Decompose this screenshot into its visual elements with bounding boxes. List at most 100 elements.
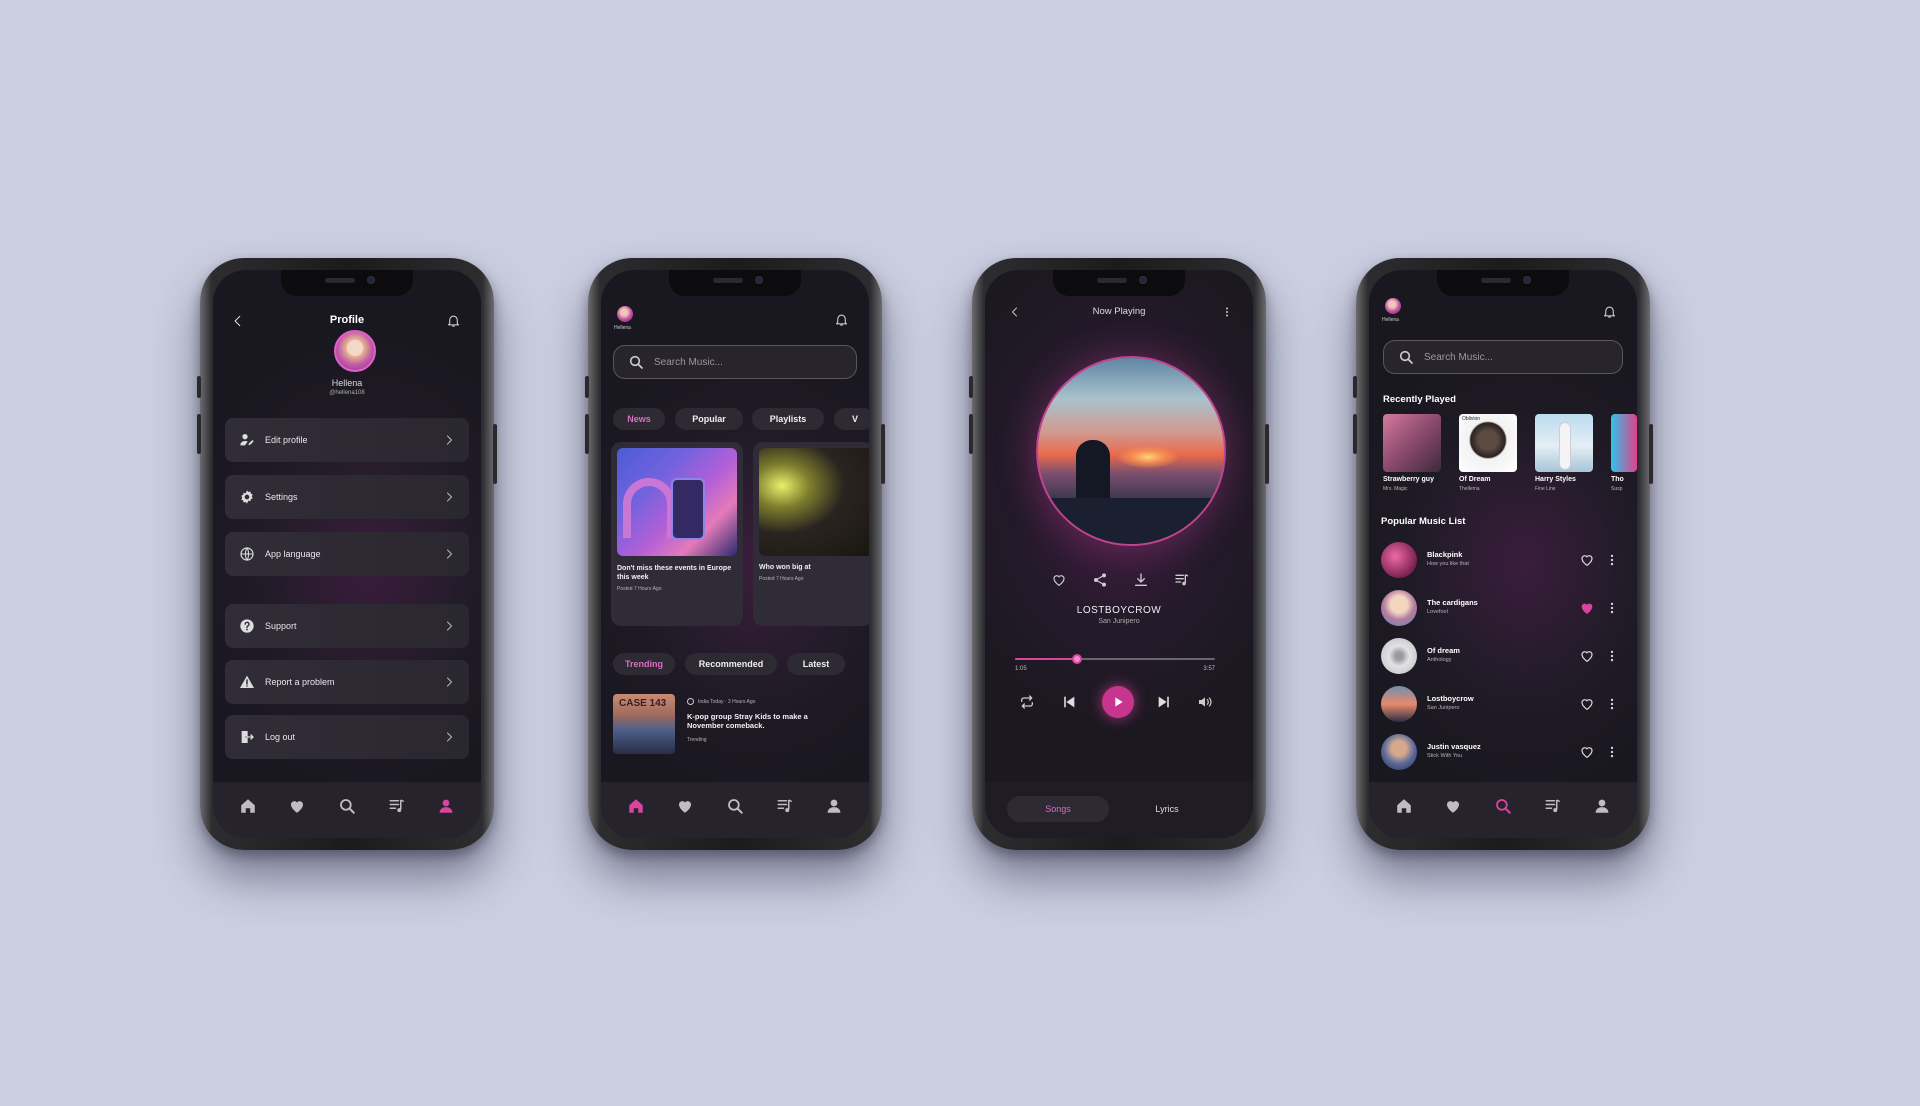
more-icon[interactable] <box>1605 649 1619 663</box>
song-title: Lostboycrow <box>1427 694 1474 703</box>
search-icon[interactable] <box>338 797 356 815</box>
recent-item-sub: Thellema <box>1459 486 1480 492</box>
sun-glow <box>1118 446 1178 468</box>
tab-songs[interactable]: Songs <box>1007 796 1109 822</box>
avatar[interactable] <box>334 330 376 372</box>
playlist-icon[interactable] <box>388 797 406 815</box>
menu-app-language[interactable]: App language <box>225 532 469 576</box>
add-to-playlist-icon[interactable] <box>1174 572 1190 588</box>
heart-outline-icon[interactable] <box>1579 696 1595 712</box>
song-sub: Anthology <box>1427 657 1452 663</box>
search-icon[interactable] <box>1494 797 1512 815</box>
avatar[interactable] <box>1385 298 1401 314</box>
repeat-icon[interactable] <box>1019 694 1035 710</box>
more-icon[interactable] <box>1605 601 1619 615</box>
track-title: San Junipero <box>1098 618 1140 625</box>
volume-icon[interactable] <box>1197 694 1213 710</box>
menu-log-out[interactable]: Log out <box>225 715 469 759</box>
news-item-image: CASE 143 <box>613 694 675 754</box>
bell-icon[interactable] <box>446 313 461 328</box>
share-icon[interactable] <box>1092 572 1108 588</box>
tab-more[interactable]: V <box>834 408 869 430</box>
chevron-right-icon <box>443 619 455 633</box>
recent-item-image[interactable] <box>1611 414 1637 472</box>
download-icon[interactable] <box>1133 572 1149 588</box>
globe-icon <box>239 546 255 562</box>
recent-item-image-text: Oblivion <box>1462 416 1481 422</box>
recent-item-title: Tho <box>1611 476 1624 483</box>
tab-news[interactable]: News <box>613 408 665 430</box>
filter-recommended[interactable]: Recommended <box>685 653 777 675</box>
heart-outline-icon[interactable] <box>1051 572 1067 588</box>
more-icon[interactable] <box>1605 697 1619 711</box>
user-icon[interactable] <box>437 797 455 815</box>
tab-popular[interactable]: Popular <box>675 408 743 430</box>
recent-item-image[interactable] <box>1383 414 1441 472</box>
recent-item-image[interactable] <box>1535 414 1593 472</box>
recent-item-image[interactable]: Oblivion <box>1459 414 1517 472</box>
recently-played-title: Recently Played <box>1383 394 1456 405</box>
song-title: Of dream <box>1427 646 1460 655</box>
progress-bar[interactable] <box>1015 654 1215 664</box>
chevron-right-icon <box>443 730 455 744</box>
heart-outline-icon[interactable] <box>1579 648 1595 664</box>
mute-switch <box>197 376 201 398</box>
volume-up-button <box>585 414 589 454</box>
list-item[interactable]: The cardigans Lovefool <box>1381 588 1625 628</box>
menu-support[interactable]: Support <box>225 604 469 648</box>
menu-edit-profile[interactable]: Edit profile <box>225 418 469 462</box>
heart-icon[interactable] <box>1444 797 1462 815</box>
search-input[interactable]: Search Music... <box>1383 340 1623 374</box>
heart-icon[interactable] <box>288 797 306 815</box>
logout-icon <box>239 729 255 745</box>
heart-outline-icon[interactable] <box>1579 744 1595 760</box>
bottom-tab-bar <box>1369 782 1637 838</box>
song-thumbnail <box>1381 638 1417 674</box>
progress-thumb[interactable] <box>1072 654 1082 664</box>
user-icon[interactable] <box>825 797 843 815</box>
more-icon[interactable] <box>1605 745 1619 759</box>
bell-icon[interactable] <box>1602 304 1617 319</box>
playlist-icon[interactable] <box>1544 797 1562 815</box>
home-icon[interactable] <box>627 797 645 815</box>
home-icon[interactable] <box>239 797 257 815</box>
tab-playlists[interactable]: Playlists <box>752 408 824 430</box>
playlist-icon[interactable] <box>776 797 794 815</box>
user-icon[interactable] <box>1593 797 1611 815</box>
popular-list-title: Popular Music List <box>1381 516 1466 527</box>
news-card[interactable]: Don't miss these events in Europe this w… <box>611 442 743 626</box>
tab-lyrics[interactable]: Lyrics <box>1127 796 1207 822</box>
news-list-item[interactable]: CASE 143 India Today · 3 Hours Ago K-pop… <box>613 694 869 756</box>
more-icon[interactable] <box>1221 306 1233 318</box>
list-item[interactable]: Blackpink How you like that <box>1381 540 1625 580</box>
filter-trending[interactable]: Trending <box>613 653 675 675</box>
play-button[interactable] <box>1102 686 1134 718</box>
song-sub: Stick With You <box>1427 753 1463 759</box>
heart-filled-icon[interactable] <box>1579 600 1595 616</box>
menu-settings[interactable]: Settings <box>225 475 469 519</box>
list-item[interactable]: Of dream Anthology <box>1381 636 1625 676</box>
filter-latest[interactable]: Latest <box>787 653 845 675</box>
menu-report-problem[interactable]: Report a problem <box>225 660 469 704</box>
news-card[interactable]: Who won big at Posted 7 Hours Ago <box>753 442 869 626</box>
recent-item-title: Harry Styles <box>1535 476 1576 483</box>
previous-icon[interactable] <box>1061 694 1077 710</box>
avatar[interactable] <box>617 306 633 322</box>
search-icon[interactable] <box>726 797 744 815</box>
next-icon[interactable] <box>1156 694 1172 710</box>
list-item[interactable]: Lostboycrow San Junipero <box>1381 684 1625 724</box>
news-item-source: India Today · 3 Hours Ago <box>698 699 756 705</box>
home-icon[interactable] <box>1395 797 1413 815</box>
profile-name: Hellena <box>331 378 363 388</box>
recent-item-title: Of Dream <box>1459 476 1491 483</box>
heart-icon[interactable] <box>676 797 694 815</box>
heart-outline-icon[interactable] <box>1579 552 1595 568</box>
search-input[interactable]: Search Music... <box>613 345 857 379</box>
search-placeholder: Search Music... <box>654 356 723 368</box>
bell-icon[interactable] <box>834 312 849 327</box>
menu-label: Log out <box>265 732 296 742</box>
more-icon[interactable] <box>1605 553 1619 567</box>
menu-label: Report a problem <box>265 677 335 687</box>
news-card-title: Don't miss these events in Europe this w… <box>617 565 732 581</box>
list-item[interactable]: Justin vasquez Stick With You <box>1381 732 1625 772</box>
